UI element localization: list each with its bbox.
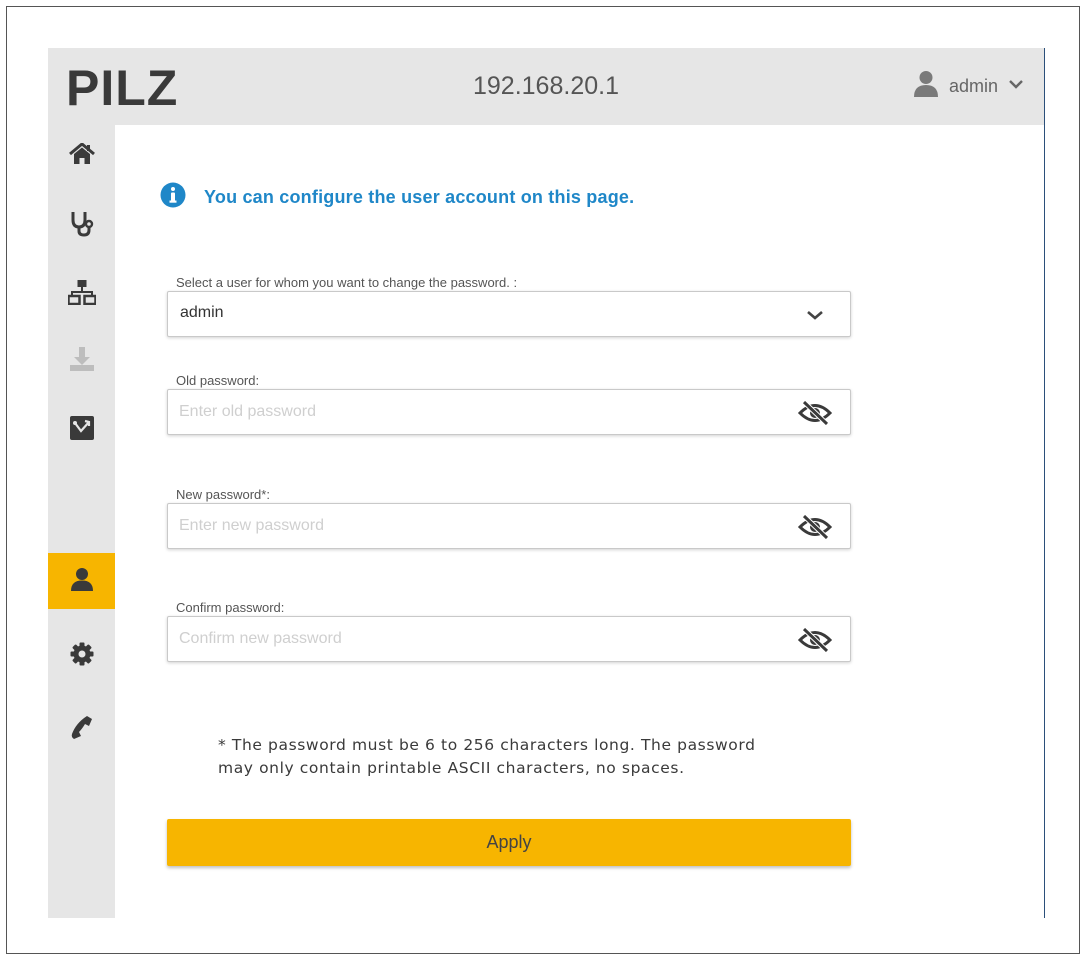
confirm-password-field — [167, 616, 851, 662]
eye-slash-icon[interactable] — [798, 401, 832, 425]
eye-slash-icon[interactable] — [798, 515, 832, 539]
info-banner: You can configure the user account on th… — [160, 182, 634, 213]
sidebar-item-download[interactable] — [48, 333, 115, 389]
sidebar-item-user[interactable] — [48, 553, 115, 609]
topology-icon — [69, 415, 95, 446]
user-select-label: Select a user for whom you want to chang… — [176, 275, 518, 290]
gear-icon — [70, 642, 94, 671]
user-menu[interactable]: admin — [913, 70, 1024, 102]
chevron-down-icon — [1008, 77, 1024, 95]
app: PILZ 192.168.20.1 admin You can configur… — [48, 48, 1045, 918]
network-icon — [66, 279, 97, 310]
chevron-down-icon[interactable] — [798, 303, 832, 327]
new-password-label: New password*: — [176, 487, 270, 502]
header: PILZ 192.168.20.1 admin — [48, 48, 1044, 125]
sidebar-item-settings[interactable] — [48, 628, 115, 684]
confirm-password-input[interactable] — [168, 617, 768, 661]
sidebar-item-diagnostics[interactable] — [48, 197, 115, 253]
user-select-value: admin — [180, 304, 224, 321]
old-password-field — [167, 389, 851, 435]
user-name: admin — [948, 75, 998, 96]
device-ip-text: 192.168.20.1 — [473, 72, 619, 100]
app-right-border — [1044, 48, 1045, 918]
old-password-input[interactable] — [168, 390, 768, 434]
old-password-label: Old password: — [176, 373, 260, 388]
eye-slash-icon[interactable] — [798, 628, 832, 652]
apply-button[interactable]: Apply — [167, 819, 851, 866]
stethoscope-icon — [69, 209, 95, 242]
device-ip: 192.168.20.1 — [48, 70, 1044, 102]
confirm-password-label: Confirm password: — [176, 600, 285, 615]
info-text: You can configure the user account on th… — [204, 187, 635, 207]
user-icon — [913, 70, 939, 103]
info-icon — [160, 182, 186, 213]
download-icon — [69, 346, 95, 377]
password-requirements-note: * The password must be 6 to 256 characte… — [218, 736, 756, 777]
home-icon — [68, 142, 95, 170]
new-password-field — [167, 503, 851, 549]
sidebar-item-network[interactable] — [48, 266, 115, 322]
sidebar-item-contact[interactable] — [48, 702, 115, 758]
sidebar-item-home[interactable] — [48, 128, 115, 184]
user-icon — [70, 567, 94, 596]
new-password-input[interactable] — [168, 504, 768, 548]
sidebar — [48, 125, 115, 918]
sidebar-item-topology[interactable] — [48, 402, 115, 458]
user-select[interactable]: admin — [167, 291, 851, 337]
phone-icon — [70, 715, 94, 746]
